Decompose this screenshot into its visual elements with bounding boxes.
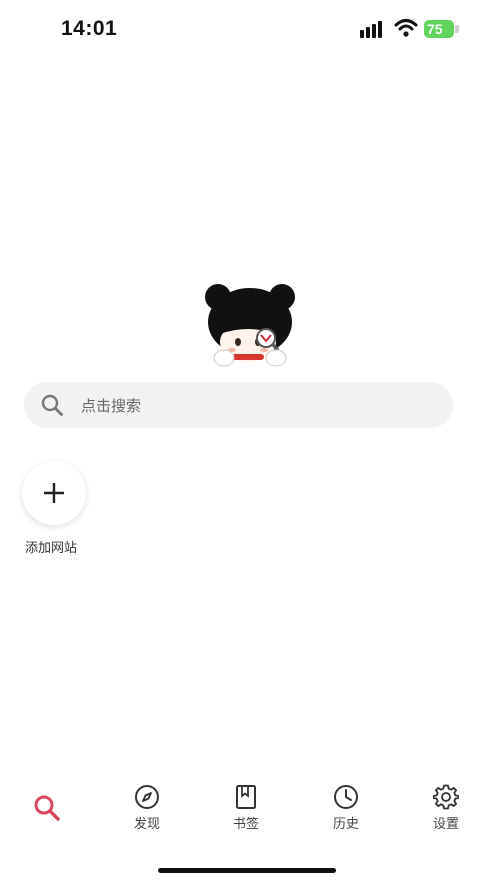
nav-item-discover[interactable]: 发现: [107, 780, 187, 832]
bottom-nav: 发现 书签 历史 设置: [0, 780, 497, 840]
gear-icon: [433, 784, 459, 810]
search-input[interactable]: 点击搜索: [24, 382, 453, 428]
search-icon: [41, 394, 63, 416]
status-bar: 14:01 75: [0, 0, 497, 60]
nav-item-search[interactable]: [7, 780, 87, 823]
battery-indicator: 75: [424, 20, 454, 38]
bookmark-icon: [236, 785, 256, 809]
nav-label-settings: 设置: [432, 817, 459, 832]
add-website-button[interactable]: 添加网站: [22, 461, 88, 556]
plus-icon: [44, 483, 64, 503]
cellular-signal-icon: [360, 21, 382, 38]
status-time: 14:01: [61, 17, 118, 40]
nav-item-bookmarks[interactable]: 书签: [206, 780, 286, 832]
nav-label-bookmarks: 书签: [232, 817, 259, 832]
wifi-icon: [394, 19, 418, 37]
search-placeholder: 点击搜索: [81, 397, 142, 415]
nav-label-history: 历史: [332, 817, 359, 832]
mascot-logo: [205, 284, 295, 367]
search-icon: [34, 795, 60, 821]
compass-icon: [135, 785, 159, 809]
battery-cap: [455, 25, 459, 33]
add-website-circle[interactable]: [22, 461, 86, 525]
nav-item-settings[interactable]: 设置: [406, 780, 486, 832]
nav-item-history[interactable]: 历史: [306, 780, 386, 832]
clock-icon: [334, 785, 358, 809]
home-indicator[interactable]: [158, 868, 336, 873]
nav-label-discover: 发现: [133, 817, 160, 832]
add-website-label: 添加网站: [25, 541, 78, 556]
